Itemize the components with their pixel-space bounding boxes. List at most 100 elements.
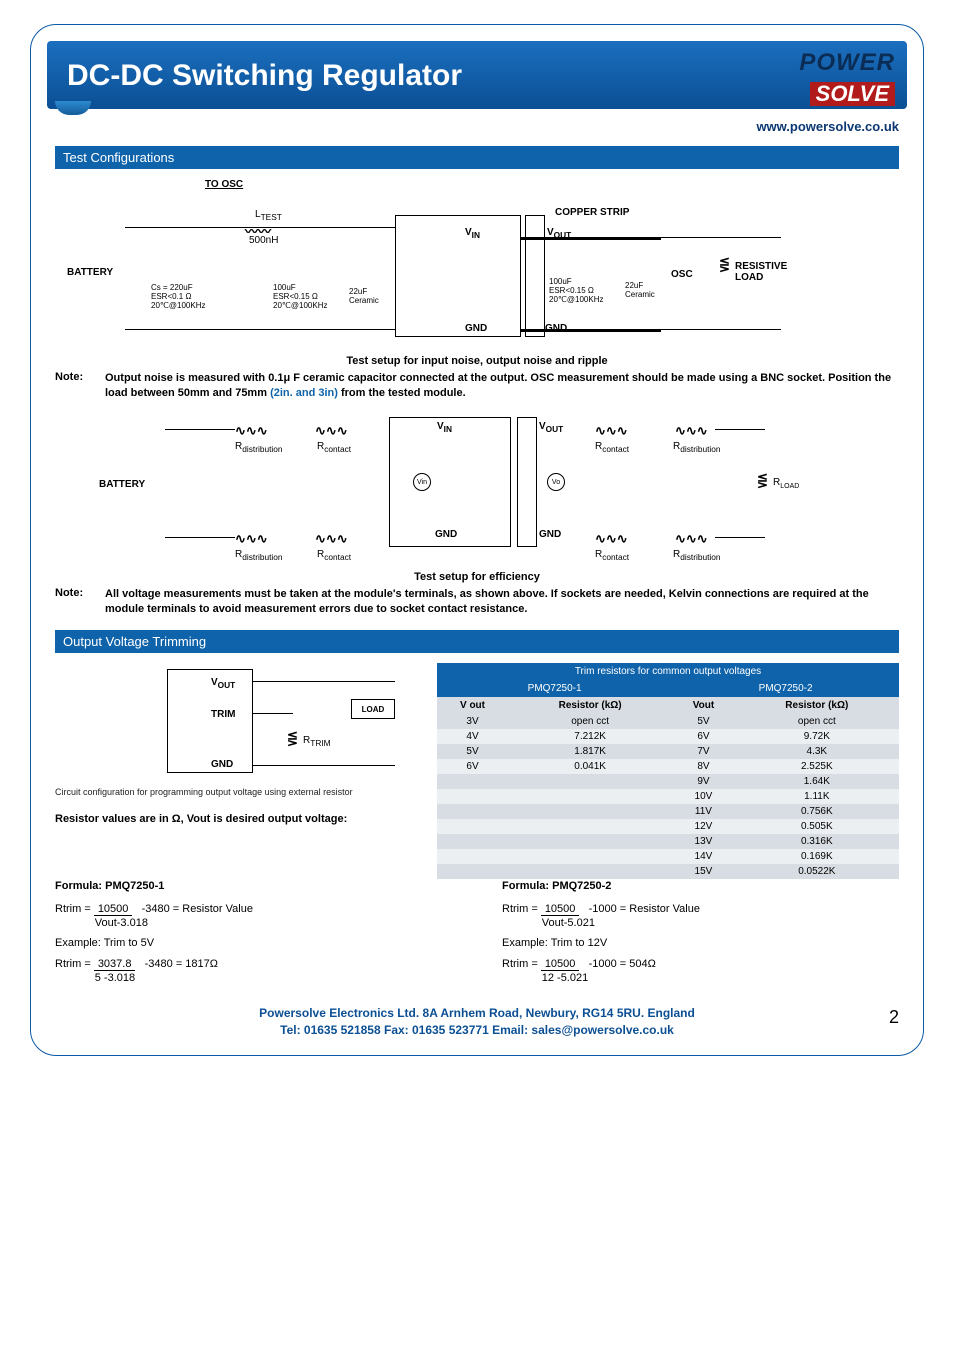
table-cell bbox=[437, 834, 508, 849]
c22-label: 22uF Ceramic bbox=[349, 287, 379, 305]
table-cell: 0.505K bbox=[735, 819, 899, 834]
formula1-header: Formula: PMQ7250-1 bbox=[55, 879, 452, 893]
table-cell: 0.169K bbox=[735, 849, 899, 864]
section-test-configurations: Test Configurations bbox=[55, 146, 899, 169]
trim-col1-hdr: PMQ7250-1 bbox=[437, 680, 672, 697]
table-cell bbox=[508, 834, 672, 849]
trim-col2-hdr: PMQ7250-2 bbox=[672, 680, 899, 697]
note-1-paren: (2in. and 3in) bbox=[270, 387, 338, 399]
load-box: LOAD bbox=[351, 699, 395, 719]
module-box-in bbox=[395, 215, 521, 337]
note-1-text: Output noise is measured with 0.1μ F cer… bbox=[105, 371, 899, 401]
battery-label-2: BATTERY bbox=[99, 479, 145, 490]
ltest-val: 500nH bbox=[249, 235, 278, 246]
table-cell: 5V bbox=[672, 714, 734, 729]
vin-meter: Vin bbox=[413, 473, 431, 491]
table-cell: 7.212K bbox=[508, 729, 672, 744]
table-cell bbox=[437, 849, 508, 864]
table-cell: 9.72K bbox=[735, 729, 899, 744]
table-cell bbox=[508, 804, 672, 819]
table-cell: 5V bbox=[437, 744, 508, 759]
table-cell: 10V bbox=[672, 789, 734, 804]
cs-label: Cs = 220uF ESR<0.1 Ω 20℃@100KHz bbox=[151, 283, 205, 310]
table-cell: 9V bbox=[672, 774, 734, 789]
page-footer: Powersolve Electronics Ltd. 8A Arnhem Ro… bbox=[55, 1005, 899, 1039]
table-cell bbox=[508, 864, 672, 879]
page-number: 2 bbox=[889, 1005, 899, 1030]
c100b-label: 100uF ESR<0.15 Ω 20℃@100KHz bbox=[549, 277, 603, 304]
vout-sub: OUT bbox=[554, 230, 572, 240]
module-box bbox=[389, 417, 511, 547]
website-url: www.powersolve.co.uk bbox=[55, 119, 899, 134]
trim-circuit-caption: Circuit configuration for programming ou… bbox=[55, 787, 415, 797]
trim-note: Resistor values are in Ω, Vout is desire… bbox=[55, 813, 415, 825]
table-cell bbox=[437, 774, 508, 789]
formula-pmq7250-1: Formula: PMQ7250-1 Rtrim = 10500 -3480 =… bbox=[55, 879, 452, 991]
page-title-banner: DC-DC Switching Regulator POWER SOLVE bbox=[47, 41, 907, 109]
osc-label: OSC bbox=[671, 269, 693, 280]
brand-logo: POWER SOLVE bbox=[799, 51, 895, 109]
diagram-noise-test: TO OSC LTEST 〰〰 500nH BATTERY Cs = 220uF… bbox=[55, 179, 899, 349]
vin: V bbox=[465, 227, 472, 238]
table-cell: 3V bbox=[437, 714, 508, 729]
vo-meter: Vo bbox=[547, 473, 565, 491]
table-cell: 1.64K bbox=[735, 774, 899, 789]
page-border: DC-DC Switching Regulator POWER SOLVE ww… bbox=[30, 24, 924, 1056]
table-cell bbox=[508, 849, 672, 864]
table-cell: 2.525K bbox=[735, 759, 899, 774]
table-cell: 0.0522K bbox=[735, 864, 899, 879]
table-cell bbox=[437, 804, 508, 819]
diagram-efficiency-test: BATTERY ∿∿∿ ∿∿∿ ∿∿∿ ∿∿∿ Rdistribution Rc… bbox=[55, 415, 899, 565]
table-cell: 7V bbox=[672, 744, 734, 759]
diagram1-caption: Test setup for input noise, output noise… bbox=[55, 355, 899, 367]
note-label-2: Note: bbox=[55, 587, 89, 617]
copper-strip: COPPER STRIP bbox=[555, 207, 629, 218]
c22b-label: 22uF Ceramic bbox=[625, 281, 655, 299]
formula2-header: Formula: PMQ7250-2 bbox=[502, 879, 899, 893]
to-osc-label: TO OSC bbox=[205, 179, 243, 190]
table-cell: 0.316K bbox=[735, 834, 899, 849]
diagram2-caption: Test setup for efficiency bbox=[55, 571, 899, 583]
table-cell: 13V bbox=[672, 834, 734, 849]
formula-pmq7250-2: Formula: PMQ7250-2 Rtrim = 10500 -1000 =… bbox=[502, 879, 899, 991]
table-cell: 15V bbox=[672, 864, 734, 879]
table-cell bbox=[508, 819, 672, 834]
page-title: DC-DC Switching Regulator bbox=[67, 59, 462, 92]
diagram-trim-circuit: VOUT TRIM GND LOAD ⋚ RTRIM bbox=[55, 663, 415, 783]
table-cell bbox=[437, 864, 508, 879]
footer-line2: Tel: 01635 521858 Fax: 01635 523771 Emai… bbox=[280, 1023, 674, 1037]
vin-sub: IN bbox=[472, 230, 480, 240]
gnd-right: GND bbox=[545, 323, 567, 334]
vout: V bbox=[547, 227, 554, 238]
table-cell bbox=[437, 789, 508, 804]
table-cell bbox=[437, 819, 508, 834]
table-cell: 4.3K bbox=[735, 744, 899, 759]
table-cell: open cct bbox=[508, 714, 672, 729]
module-box-out bbox=[525, 215, 545, 337]
logo-line2: SOLVE bbox=[810, 82, 895, 106]
table-cell: 6V bbox=[437, 759, 508, 774]
section-output-voltage-trimming: Output Voltage Trimming bbox=[55, 630, 899, 653]
banner-tab bbox=[55, 101, 91, 115]
footer-line1: Powersolve Electronics Ltd. 8A Arnhem Ro… bbox=[259, 1006, 695, 1020]
table-cell: 4V bbox=[437, 729, 508, 744]
table-cell: open cct bbox=[735, 714, 899, 729]
table-cell: 12V bbox=[672, 819, 734, 834]
trim-table-title: Trim resistors for common output voltage… bbox=[437, 663, 899, 680]
table-cell: 6V bbox=[672, 729, 734, 744]
note-2-text: All voltage measurements must be taken a… bbox=[105, 587, 899, 617]
table-cell bbox=[508, 789, 672, 804]
battery-label: BATTERY bbox=[67, 267, 113, 278]
resistive-load-label: RESISTIVE LOAD bbox=[735, 261, 787, 283]
table-cell bbox=[508, 774, 672, 789]
c100-label: 100uF ESR<0.15 Ω 20℃@100KHz bbox=[273, 283, 327, 310]
note-1: Note: Output noise is measured with 0.1μ… bbox=[55, 371, 899, 401]
gnd-left: GND bbox=[465, 323, 487, 334]
table-cell: 11V bbox=[672, 804, 734, 819]
table-cell: 1.11K bbox=[735, 789, 899, 804]
table-cell: 0.756K bbox=[735, 804, 899, 819]
logo-line1: POWER bbox=[799, 51, 895, 75]
trim-resistor-table: Trim resistors for common output voltage… bbox=[437, 663, 899, 879]
note-2: Note: All voltage measurements must be t… bbox=[55, 587, 899, 617]
note-label: Note: bbox=[55, 371, 89, 401]
